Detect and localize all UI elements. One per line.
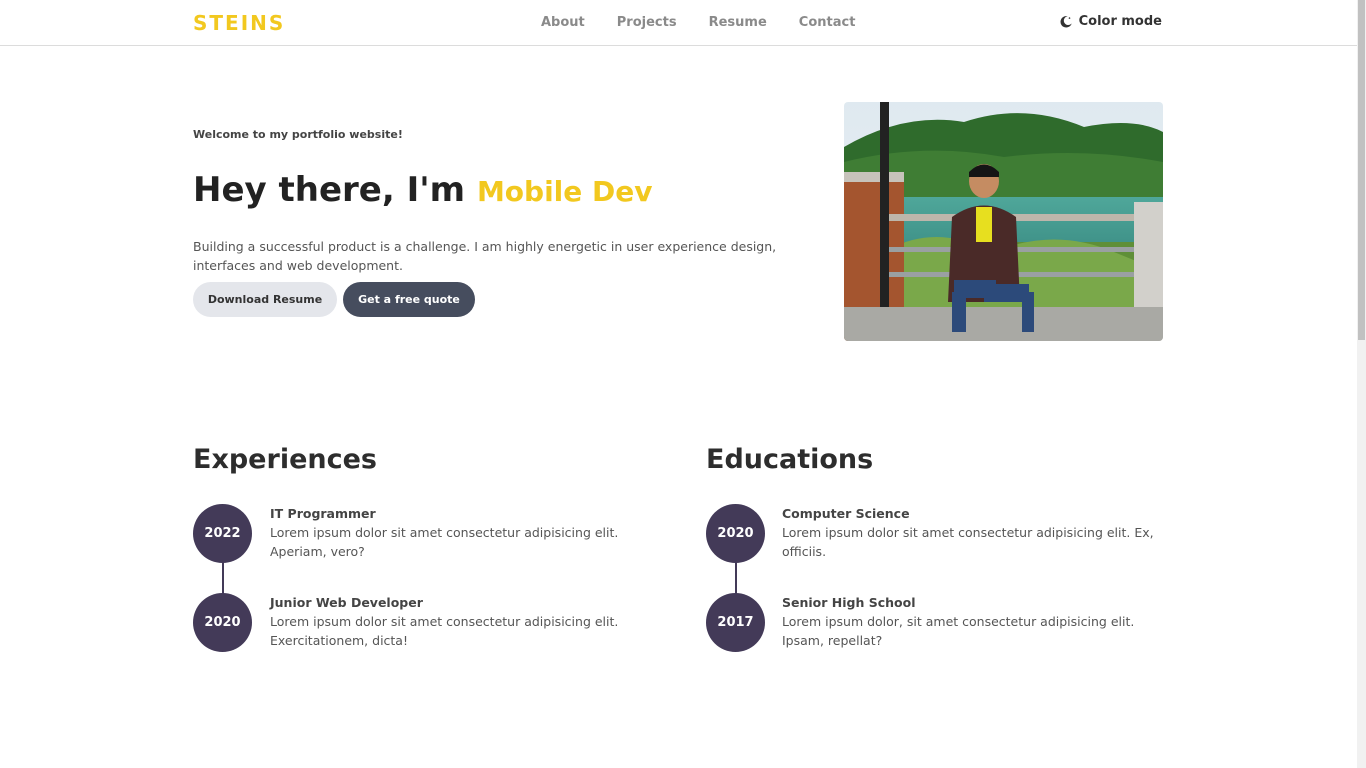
educations-title: Educations — [706, 444, 874, 475]
timeline-connector — [735, 562, 737, 594]
nav-link-resume[interactable]: Resume — [709, 15, 767, 30]
nav-link-contact[interactable]: Contact — [799, 15, 856, 30]
experiences-title: Experiences — [193, 444, 377, 475]
page-scrollbar[interactable] — [1357, 0, 1366, 768]
hero-title-accent: Mobile Dev — [476, 175, 653, 208]
scrollbar-thumb[interactable] — [1358, 0, 1365, 340]
site-logo[interactable]: STEINS — [193, 11, 285, 35]
hero-title: Hey there, I'm Mobile Dev — [193, 170, 653, 210]
moon-icon — [1060, 15, 1072, 27]
main-nav: About Projects Resume Contact — [541, 15, 887, 30]
top-navbar: STEINS About Projects Resume Contact Col… — [0, 0, 1357, 46]
timeline-year-badge: 2020 — [706, 504, 765, 563]
nav-link-projects[interactable]: Projects — [617, 15, 677, 30]
welcome-text: Welcome to my portfolio website! — [193, 128, 403, 141]
profile-photo — [844, 102, 1163, 341]
color-mode-toggle[interactable]: Color mode — [1059, 14, 1162, 29]
hero-title-prefix: Hey there, I'm — [193, 170, 477, 210]
timeline-connector — [222, 562, 224, 594]
timeline-year-badge: 2017 — [706, 593, 765, 652]
free-quote-button[interactable]: Get a free quote — [343, 282, 475, 317]
timeline-item-text: Lorem ipsum dolor sit amet consectetur a… — [270, 525, 619, 559]
timeline-year-badge: 2020 — [193, 593, 252, 652]
timeline-item-title: Senior High School — [782, 595, 916, 610]
timeline-item-title: Junior Web Developer — [270, 595, 423, 610]
timeline-year-badge: 2022 — [193, 504, 252, 563]
timeline-item-text: Lorem ipsum dolor sit amet consectetur a… — [782, 525, 1154, 559]
timeline-item-text: Lorem ipsum dolor, sit amet consectetur … — [782, 614, 1135, 648]
timeline-item-title: Computer Science — [782, 506, 910, 521]
timeline-item-title: IT Programmer — [270, 506, 376, 521]
hero-description: Building a successful product is a chall… — [193, 239, 777, 273]
download-resume-button[interactable]: Download Resume — [193, 282, 337, 317]
color-mode-label: Color mode — [1078, 14, 1162, 29]
nav-link-about[interactable]: About — [541, 15, 585, 30]
timeline-item-text: Lorem ipsum dolor sit amet consectetur a… — [270, 614, 619, 648]
